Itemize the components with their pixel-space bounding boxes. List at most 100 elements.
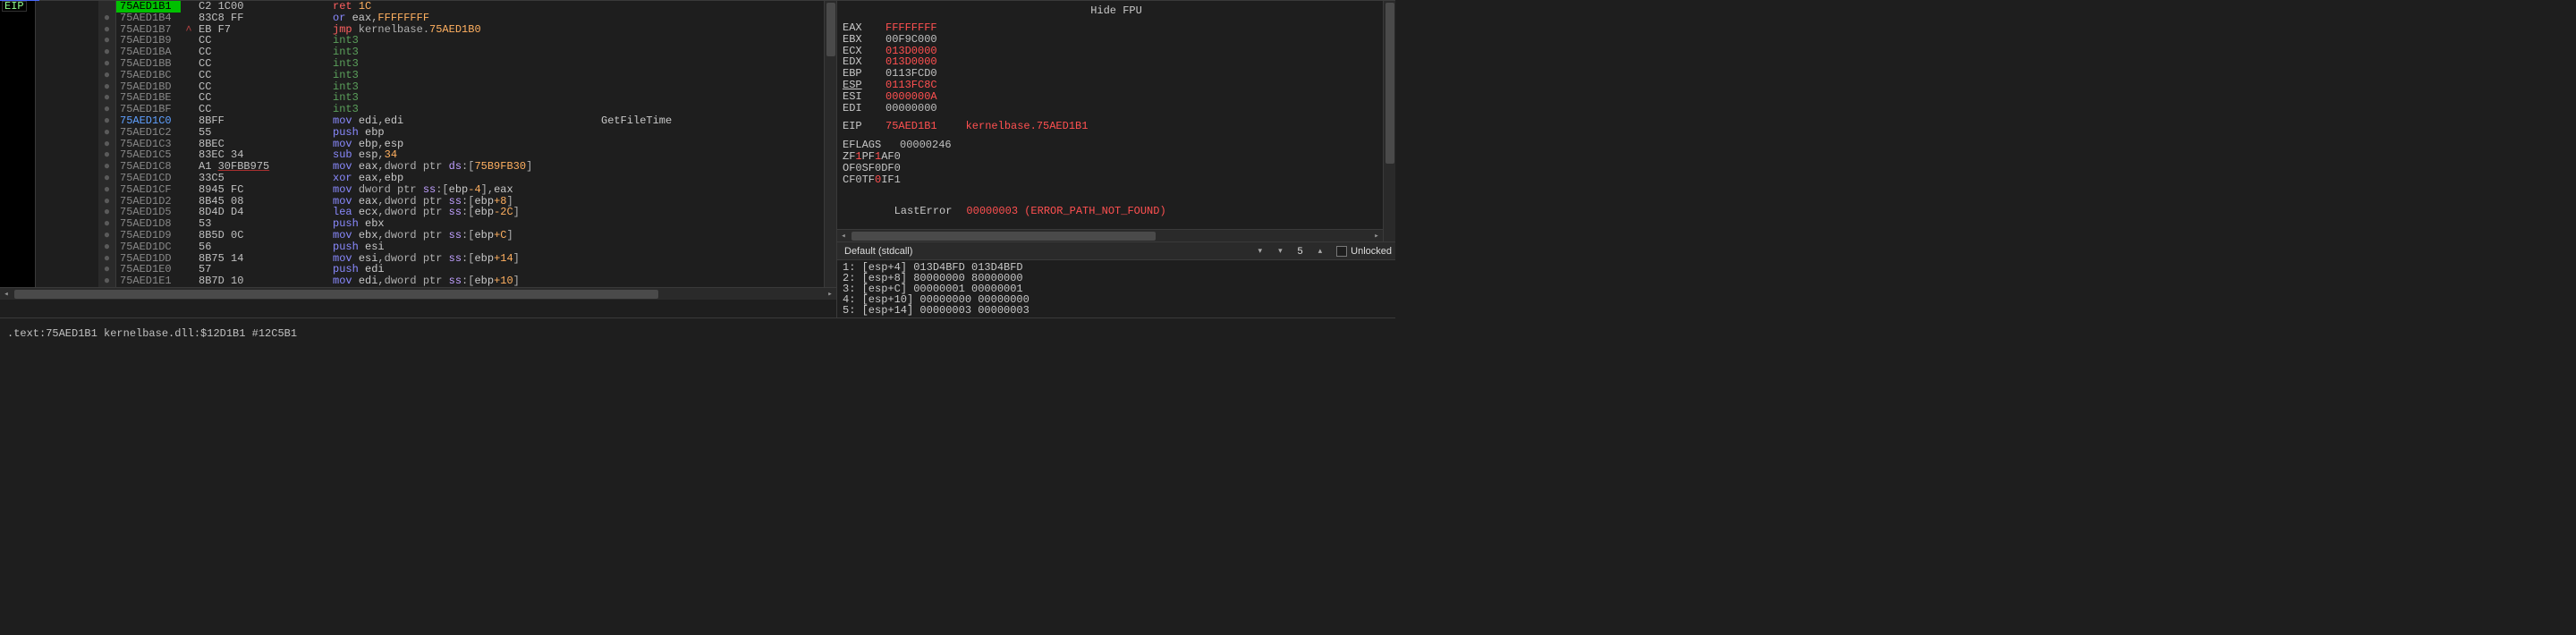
chevron-down-icon[interactable]: ▾ (1275, 246, 1286, 256)
comment[interactable] (599, 161, 836, 173)
disasm-row[interactable]: ●75AED1E18B7D 10mov edi,dword ptr ss:[eb… (0, 275, 836, 287)
scroll-left-icon[interactable]: ◂ (0, 288, 13, 301)
comment[interactable] (599, 24, 836, 36)
comment[interactable] (599, 13, 836, 24)
disasm-row[interactable]: ●75AED1BCCCint3 (0, 70, 836, 81)
comment[interactable] (599, 184, 836, 196)
reg-esi[interactable]: ESI0000000A (843, 91, 1390, 103)
flags-row[interactable]: ZF 1 PF 1 AF 0 (843, 151, 1390, 163)
vscroll-thumb[interactable] (826, 3, 835, 56)
jump-indicator (181, 184, 197, 196)
scroll-right-icon[interactable]: ▸ (1370, 230, 1383, 242)
eip-gutter (0, 92, 36, 104)
hscroll-thumb[interactable] (852, 232, 1156, 241)
address[interactable]: 75AED1CD (116, 173, 181, 184)
address[interactable]: 75AED1BB (116, 58, 181, 70)
address[interactable]: 75AED1B4 (116, 13, 181, 24)
disasm-row[interactable]: ●75AED1D98B5D 0Cmov ebx,dword ptr ss:[eb… (0, 230, 836, 241)
registers-pane[interactable]: Hide FPU EAXFFFFFFFFEBX00F9C000ECX013D00… (837, 1, 1395, 242)
comment[interactable] (599, 139, 836, 150)
comment[interactable] (599, 253, 836, 265)
reg-ebx[interactable]: EBX00F9C000 (843, 34, 1390, 46)
arguments-pane[interactable]: Default (stdcall) ▾ ▾ 5 ▴ Unlocked 1: [e… (837, 242, 1395, 318)
bytes: 8B75 14 (197, 253, 331, 265)
reg-value: 00000246 (900, 140, 952, 151)
last-error[interactable]: LastError00000003 (ERROR_PATH_NOT_FOUND) (843, 192, 1390, 230)
vscroll-thumb[interactable] (1385, 3, 1394, 164)
reg-eflags[interactable]: EFLAGS 00000246 (843, 140, 1390, 151)
comment[interactable] (599, 196, 836, 207)
jump-arrow-gutter (36, 13, 98, 24)
comment[interactable] (599, 173, 836, 184)
jump-arrow-gutter (36, 218, 98, 230)
chevron-up-icon[interactable]: ▴ (1315, 246, 1326, 256)
comment[interactable]: GetFileTime (599, 115, 836, 127)
argument-row[interactable]: 5: [esp+14] 00000003 00000003 (843, 305, 1390, 316)
eip-gutter (0, 58, 36, 70)
reg-value: 75AED1B1 (886, 121, 937, 132)
comment[interactable] (599, 275, 836, 287)
hide-fpu-button[interactable]: Hide FPU (843, 3, 1390, 22)
comment[interactable] (599, 47, 836, 58)
reg-value: FFFFFFFF (886, 22, 937, 34)
lasterror-label: LastError (894, 205, 953, 217)
scroll-left-icon[interactable]: ◂ (837, 230, 850, 242)
address[interactable]: 75AED1CF (116, 184, 181, 196)
jump-arrow-gutter (36, 115, 98, 127)
regs-hscrollbar[interactable]: ◂ ▸ (837, 229, 1383, 241)
eip-gutter (0, 241, 36, 253)
address[interactable]: 75AED1BC (116, 70, 181, 81)
comment[interactable] (599, 92, 836, 104)
comment[interactable] (599, 81, 836, 93)
comment[interactable] (599, 1, 836, 13)
reg-symbol: kernelbase.75AED1B1 (937, 121, 1089, 132)
hscroll-thumb[interactable] (14, 290, 658, 299)
jump-arrow-gutter (36, 139, 98, 150)
jump-indicator (181, 115, 197, 127)
reg-esp[interactable]: ESP0113FC8C (843, 80, 1390, 91)
disasm-row[interactable]: ●75AED1B483C8 FFor eax,FFFFFFFF (0, 13, 836, 24)
address[interactable]: 75AED1E1 (116, 275, 181, 287)
address[interactable]: 75AED1B1 (116, 1, 181, 13)
checkbox-icon[interactable] (1336, 246, 1347, 257)
calling-convention-combo[interactable]: Default (stdcall) ▾ (841, 246, 1269, 257)
jump-indicator (181, 70, 197, 81)
instruction: int3 (331, 92, 599, 104)
disasm-row[interactable]: ●75AED1BBCCint3 (0, 58, 836, 70)
comment[interactable] (599, 230, 836, 241)
reg-eax[interactable]: EAXFFFFFFFF (843, 22, 1390, 34)
jump-indicator (181, 13, 197, 24)
eip-gutter (0, 70, 36, 81)
reg-eip[interactable]: EIP 75AED1B1 kernelbase.75AED1B1 (843, 121, 1390, 132)
comment[interactable] (599, 70, 836, 81)
comment[interactable] (599, 149, 836, 161)
instruction: int3 (331, 35, 599, 47)
regs-vscrollbar[interactable] (1383, 1, 1395, 242)
bytes: 8BFF (197, 115, 331, 127)
flags-row[interactable]: OF 0 SF 0 DF 0 (843, 163, 1390, 174)
disasm-hscrollbar[interactable]: ◂ ▸ (0, 287, 836, 300)
disasm-vscrollbar[interactable] (824, 1, 836, 287)
comment[interactable] (599, 35, 836, 47)
comment[interactable] (599, 264, 836, 275)
arg-count-spinner[interactable]: ▾ 5 ▴ (1269, 246, 1331, 257)
reg-edi[interactable]: EDI00000000 (843, 103, 1390, 114)
address[interactable]: 75AED1DC (116, 241, 181, 253)
disassembly-pane[interactable]: EIP75AED1B1C2 1C00ret 1C●75AED1B483C8 FF… (0, 1, 837, 318)
comment[interactable] (599, 58, 836, 70)
comment[interactable] (599, 207, 836, 218)
jump-arrow-gutter (36, 1, 98, 13)
disasm-row[interactable]: ●75AED1C08BFFmov edi,ediGetFileTime (0, 115, 836, 127)
jump-indicator (181, 81, 197, 93)
address[interactable]: 75AED1C0 (116, 115, 181, 127)
unlocked-checkbox[interactable]: Unlocked (1331, 246, 1392, 257)
address[interactable]: 75AED1C2 (116, 127, 181, 139)
jump-indicator (181, 218, 197, 230)
disasm-row[interactable]: ●75AED1C255push ebp (0, 127, 836, 139)
flags-row[interactable]: CF 0 TF 0 IF 1 (843, 174, 1390, 186)
comment[interactable] (599, 127, 836, 139)
comment[interactable] (599, 218, 836, 230)
address[interactable]: 75AED1D9 (116, 230, 181, 241)
scroll-right-icon[interactable]: ▸ (824, 288, 836, 301)
comment[interactable] (599, 241, 836, 253)
